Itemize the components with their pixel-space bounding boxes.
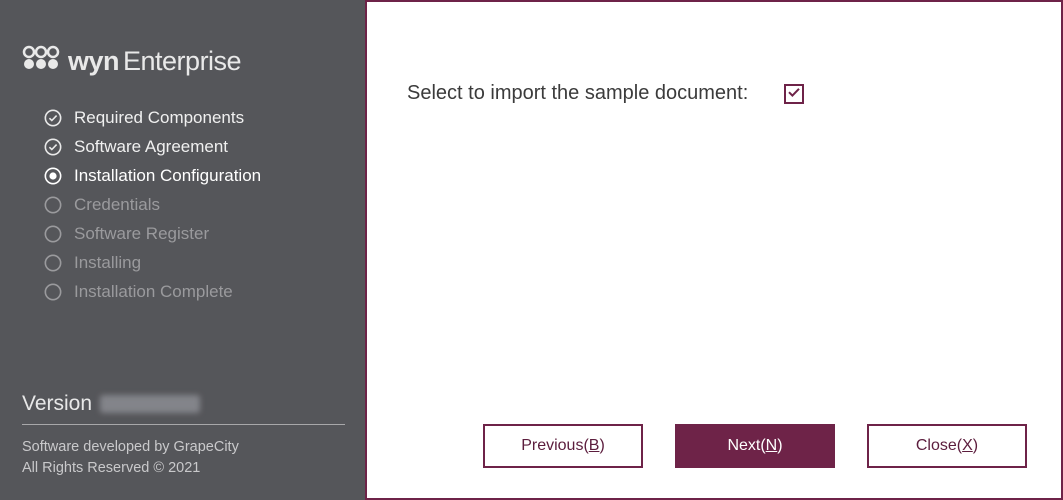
close-button[interactable]: Close(X) [867, 424, 1027, 468]
import-sample-prompt: Select to import the sample document: [407, 82, 748, 105]
btn-key: N [766, 437, 778, 454]
logo: wynEnterprise [22, 45, 345, 78]
step-label: Software Agreement [74, 137, 228, 157]
btn-close: ) [973, 437, 978, 454]
step-installation-complete: Installation Complete [44, 282, 345, 302]
import-sample-checkbox[interactable] [784, 84, 804, 104]
step-label: Software Register [74, 224, 209, 244]
step-software-register: Software Register [44, 224, 345, 244]
copyright: Software developed by GrapeCity All Righ… [22, 437, 345, 481]
content-area: Select to import the sample document: [367, 2, 1061, 105]
btn-close: ) [599, 437, 604, 454]
sidebar-footer: Version Software developed by GrapeCity … [22, 392, 345, 481]
radio-selected-icon [44, 167, 62, 185]
btn-key: B [589, 437, 600, 454]
checkmark-icon [787, 85, 801, 104]
step-label: Credentials [74, 195, 160, 215]
step-label: Installation Configuration [74, 166, 261, 186]
step-required-components: Required Components [44, 108, 345, 128]
check-circle-icon [44, 138, 62, 156]
btn-close: ) [777, 437, 782, 454]
version-value-blurred [100, 395, 200, 413]
step-label: Installing [74, 253, 141, 273]
check-circle-icon [44, 109, 62, 127]
step-label: Required Components [74, 108, 244, 128]
btn-text: Close( [916, 437, 962, 454]
circle-icon [44, 254, 62, 272]
circle-icon [44, 225, 62, 243]
copyright-line-1: Software developed by GrapeCity [22, 437, 345, 459]
circle-icon [44, 196, 62, 214]
btn-key: X [962, 437, 973, 454]
step-installation-configuration: Installation Configuration [44, 166, 345, 186]
wizard-steps: Required Components Software Agreement I… [22, 108, 345, 311]
step-credentials: Credentials [44, 195, 345, 215]
circle-icon [44, 283, 62, 301]
wyn-logo-icon [22, 45, 66, 78]
version-label: Version [22, 392, 92, 416]
btn-text: Previous( [521, 437, 589, 454]
previous-button[interactable]: Previous(B) [483, 424, 643, 468]
logo-text: wynEnterprise [68, 46, 241, 77]
next-button[interactable]: Next(N) [675, 424, 835, 468]
footer-buttons: Previous(B) Next(N) Close(X) [367, 424, 1061, 498]
main-panel: Select to import the sample document: Pr… [365, 0, 1063, 500]
step-installing: Installing [44, 253, 345, 273]
step-label: Installation Complete [74, 282, 233, 302]
btn-text: Next( [727, 437, 765, 454]
step-software-agreement: Software Agreement [44, 137, 345, 157]
copyright-line-2: All Rights Reserved © 2021 [22, 458, 345, 480]
sidebar: wynEnterprise Required Components Softwa… [0, 0, 365, 500]
version-row: Version [22, 392, 345, 425]
